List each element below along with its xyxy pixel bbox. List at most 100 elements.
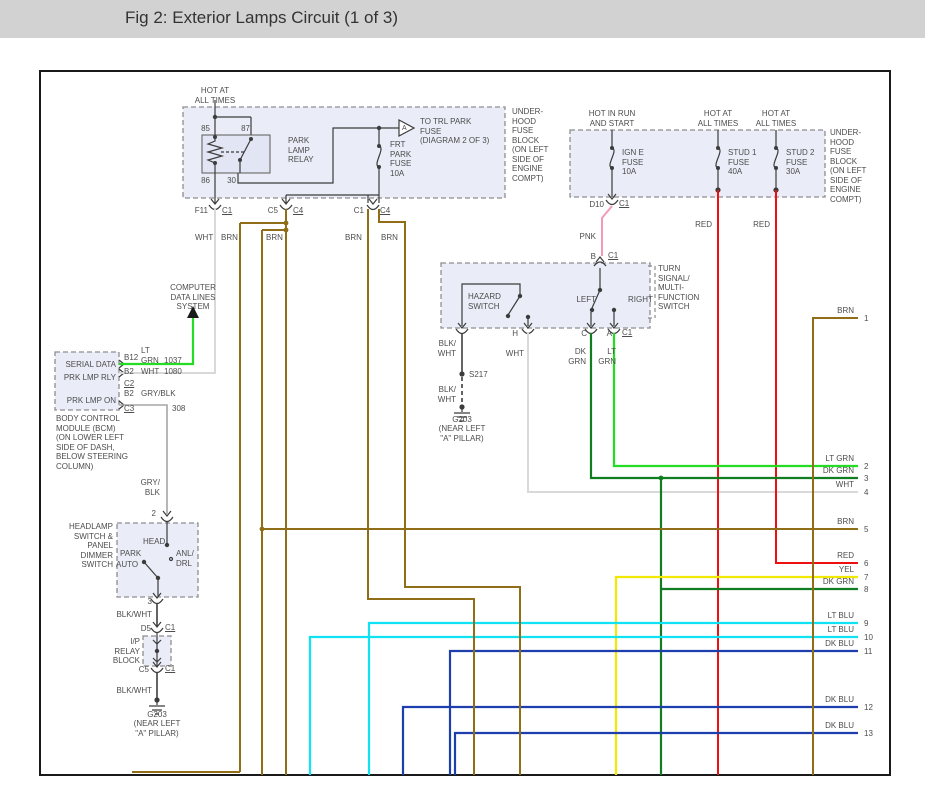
stub-num-10: 10 [864, 633, 873, 643]
connector-f11: F11 [190, 206, 208, 216]
stub-label-12: DK BLU [770, 695, 854, 705]
stub-label-4: WHT [770, 480, 854, 490]
stub-label-10: LT BLU [770, 625, 854, 635]
stub-label-2: LT GRN [770, 454, 854, 464]
connector-c1-ip: C1 [165, 664, 175, 674]
connector-c1-a: C1 [222, 206, 232, 216]
wire-label-wht-h: WHT [498, 349, 524, 359]
headlamp-pin-2: 2 [148, 509, 156, 519]
wire-label-blkwht-1: BLK/WHT [112, 610, 152, 620]
switch-pos-head: HEAD [143, 537, 165, 547]
wire-label-red-1: RED [690, 220, 712, 230]
connector-c1-d5: C1 [165, 623, 175, 633]
stub-num-8: 8 [864, 585, 868, 595]
wire-label-wht-1080: WHT [141, 367, 159, 377]
wire-label-blkwht-s217: BLK/ WHT [430, 385, 456, 404]
turn-pin-h: H [506, 329, 518, 339]
ip-relay-block-label: I/P RELAY BLOCK [106, 637, 140, 666]
stub-label-5: BRN [770, 517, 854, 527]
turn-right-label: RIGHT [628, 295, 653, 305]
stud2-fuse-label: STUD 2 FUSE 30A [786, 148, 814, 177]
bcm-pin-b12: B12 [124, 353, 138, 363]
stub-label-6: RED [770, 551, 854, 561]
connector-d5: D5 [135, 624, 151, 634]
wire-label-brn-4: BRN [381, 233, 398, 243]
stub-label-8: DK GRN [770, 577, 854, 587]
hot-at-all-times-3: HOT AT ALL TIMES [741, 109, 811, 128]
headlamp-switch-label: HEADLAMP SWITCH & PANEL DIMMER SWITCH [58, 522, 113, 570]
bcm-pin-b2-b: B2 [124, 389, 134, 399]
bcm-serial-data: SERIAL DATA [58, 360, 116, 370]
switch-pos-auto: AUTO [116, 560, 138, 570]
turn-pin-a: A [600, 329, 612, 339]
stub-num-6: 6 [864, 559, 868, 569]
underhood-fuse-block-left-label: UNDER- HOOD FUSE BLOCK (ON LEFT SIDE OF … [512, 107, 548, 183]
connector-c1-d10: C1 [619, 199, 629, 209]
stub-num-12: 12 [864, 703, 873, 713]
turn-signal-switch-label: TURN SIGNAL/ MULTI- FUNCTION SWITCH [658, 264, 699, 312]
splice-s217-label: S217 [469, 370, 488, 380]
ground-g203-left-loc: (NEAR LEFT "A" PILLAR) [120, 719, 194, 738]
turn-pin-c: C [575, 329, 587, 339]
frt-park-fuse-label: FRT PARK FUSE 10A [390, 140, 411, 178]
wire-label-brn-2: BRN [266, 233, 283, 243]
headlamp-pin-3: 3 [144, 597, 152, 607]
stub-label-9: LT BLU [770, 611, 854, 621]
ground-g203-center-loc: (NEAR LEFT "A" PILLAR) [425, 424, 499, 443]
wire-label-blkwht-2: BLK/WHT [112, 686, 152, 696]
connector-c1-turn-top: C1 [608, 251, 618, 261]
stub-num-5: 5 [864, 525, 868, 535]
stub-label-13: DK BLU [770, 721, 854, 731]
wire-label-wht: WHT [195, 233, 213, 243]
park-lamp-relay-box [202, 135, 270, 173]
underhood-fuse-block-right-label: UNDER- HOOD FUSE BLOCK (ON LEFT SIDE OF … [830, 128, 866, 204]
stub-num-13: 13 [864, 729, 873, 739]
bcm-prk-lmp-rly: PRK LMP RLY [56, 373, 116, 383]
wire-label-red-2: RED [748, 220, 770, 230]
splice-s217-dot [459, 371, 464, 376]
connector-c4-b: C4 [380, 206, 390, 216]
stub-label-7: YEL [770, 565, 854, 575]
bcm-module-label: BODY CONTROL MODULE (BCM) (ON LOWER LEFT… [56, 414, 128, 471]
stub-label-3: DK GRN [770, 466, 854, 476]
hot-at-all-times-1: HOT AT ALL TIMES [180, 86, 250, 105]
wire-label-ltgrn: LT GRN [594, 347, 616, 366]
connector-d10: D10 [584, 200, 604, 210]
wire-label-blkwht-hazard: BLK/ WHT [430, 339, 456, 358]
hot-in-run-label: HOT IN RUN AND START [577, 109, 647, 128]
connector-c5: C5 [260, 206, 278, 216]
stub-num-7: 7 [864, 573, 868, 583]
circuit-1037: 1037 [164, 356, 182, 366]
turn-pin-b: B [584, 252, 596, 262]
wire-label-ltgrn-serial: LT GRN [141, 346, 159, 365]
stub-num-4: 4 [864, 488, 868, 498]
bcm-pin-c2: C2 [124, 379, 134, 389]
connector-c5-ip: C5 [133, 665, 149, 675]
wire-label-pnk: PNK [578, 232, 596, 242]
hazard-switch-label: HAZARD SWITCH [468, 292, 501, 311]
computer-data-lines-label: COMPUTER DATA LINES SYSTEM [157, 283, 229, 312]
relay-pin-30: 30 [222, 176, 236, 186]
connector-c1-b: C1 [346, 206, 364, 216]
stub-num-1: 1 [864, 314, 868, 324]
bcm-pin-c3: C3 [124, 404, 134, 414]
stub-label-1: BRN [770, 306, 854, 316]
to-trl-park-fuse-label: TO TRL PARK FUSE (DIAGRAM 2 OF 3) [420, 117, 489, 146]
wiring-diagram-page: Fig 2: Exterior Lamps Circuit (1 of 3) [0, 0, 925, 806]
stub-num-9: 9 [864, 619, 868, 629]
arrow-letter: A [402, 124, 407, 134]
stud1-fuse-label: STUD 1 FUSE 40A [728, 148, 756, 177]
switch-pos-anl-drl: ANL/ DRL [176, 549, 194, 568]
wire-label-brn-3: BRN [345, 233, 362, 243]
bcm-pin-b2-a: B2 [124, 367, 134, 377]
relay-pin-85: 85 [196, 124, 210, 134]
ign-e-fuse-label: IGN E FUSE 10A [622, 148, 644, 177]
stub-num-2: 2 [864, 462, 868, 472]
circuit-308: 308 [172, 404, 185, 414]
connector-c1-turn-bottom: C1 [622, 328, 632, 338]
wire-label-brn-1: BRN [221, 233, 238, 243]
relay-pin-86: 86 [196, 176, 210, 186]
park-lamp-relay-label: PARK LAMP RELAY [288, 136, 314, 165]
circuit-1080: 1080 [164, 367, 182, 377]
relay-pin-87: 87 [238, 124, 250, 134]
